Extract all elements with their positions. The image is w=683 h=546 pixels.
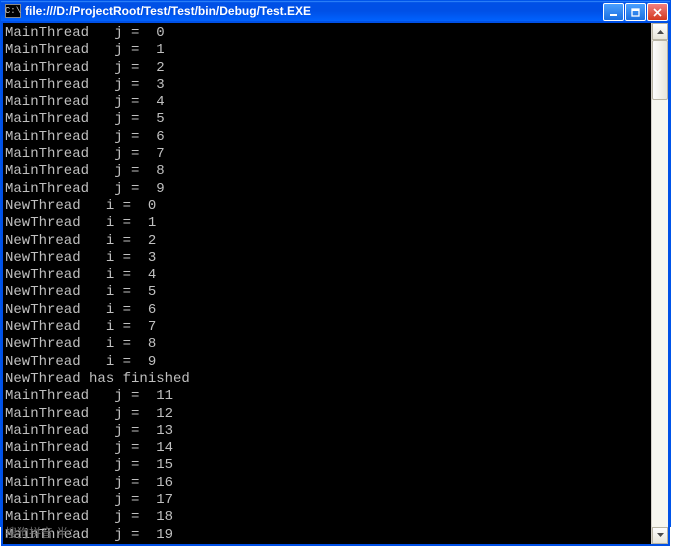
scroll-up-button[interactable] (652, 23, 668, 40)
close-button[interactable] (647, 3, 668, 21)
maximize-icon (631, 8, 640, 17)
chevron-down-icon (657, 533, 664, 537)
chevron-up-icon (657, 30, 664, 34)
console-window: C:\ file:///D:/ProjectRoot/Test/Test/bin… (0, 0, 671, 527)
console-output[interactable]: MainThread j = 0 MainThread j = 1 MainTh… (3, 23, 651, 544)
ime-status: 搜狗拼音 半： (5, 524, 80, 541)
titlebar[interactable]: C:\ file:///D:/ProjectRoot/Test/Test/bin… (1, 1, 670, 21)
scroll-down-button[interactable] (652, 527, 668, 544)
app-icon: C:\ (5, 4, 21, 18)
window-buttons (602, 1, 670, 21)
scroll-track[interactable] (652, 40, 668, 527)
client-area: MainThread j = 0 MainThread j = 1 MainTh… (1, 21, 670, 546)
minimize-icon (609, 8, 618, 17)
window-title: file:///D:/ProjectRoot/Test/Test/bin/Deb… (25, 4, 602, 18)
scroll-thumb[interactable] (652, 40, 668, 100)
close-icon (653, 8, 662, 17)
vertical-scrollbar[interactable] (651, 23, 668, 544)
minimize-button[interactable] (603, 3, 624, 21)
maximize-button[interactable] (625, 3, 646, 21)
